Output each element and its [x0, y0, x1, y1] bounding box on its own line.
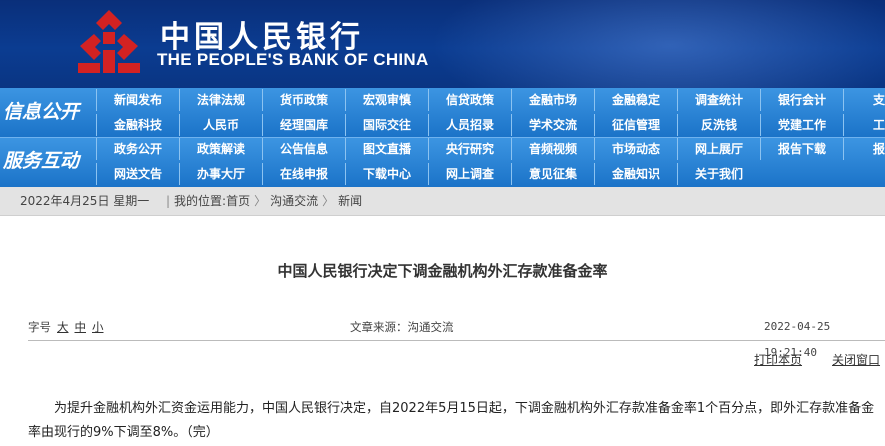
- nav-item-row1-1[interactable]: 法律法规: [179, 89, 262, 111]
- nav-item-row2-9[interactable]: 工会: [843, 114, 885, 136]
- nav-item-row2-1[interactable]: 人民币: [179, 114, 262, 136]
- font-size-selector: 字号大中小: [28, 314, 104, 340]
- breadcrumb-bar: 2022年4月25日 星期一 | 我的位置:首页〉沟通交流〉新闻: [0, 187, 885, 216]
- nav-item-row4-1[interactable]: 办事大厅: [179, 163, 262, 185]
- nav-item-row1-8[interactable]: 银行会计: [760, 89, 843, 111]
- header-glow: [430, 0, 885, 88]
- nav-item-row1-9[interactable]: 支付: [843, 89, 885, 111]
- nav-row-1: 新闻发布法律法规货币政策宏观审慎信贷政策金融市场金融稳定调查统计银行会计支付: [96, 89, 885, 113]
- article-body: 为提升金融机构外汇资金运用能力，中国人民银行决定，自2022年5月15日起，下调…: [28, 401, 875, 440]
- main-nav: 信息公开 服务互动 新闻发布 法律法规 货币政策 宏观审慎 信贷政策 金融市场 金融稳定 调查…: [0, 88, 885, 187]
- breadcrumb-separator: 〉: [322, 194, 335, 208]
- nav-item-row2-6[interactable]: 征信管理: [594, 114, 677, 136]
- nav-row-2: 金融科技人民币经理国库国际交往人员招录学术交流征信管理反洗钱党建工作工会: [96, 114, 885, 138]
- font-size-large[interactable]: 大: [57, 320, 69, 334]
- nav-row-3: 政务公开政策解读公告信息图文直播央行研究音频视频市场动态网上展厅报告下载报刊: [96, 138, 885, 162]
- nav-item-row1-6[interactable]: 金融稳定: [594, 89, 677, 111]
- nav-item-row4-5[interactable]: 意见征集: [511, 163, 594, 185]
- nav-item-row3-9[interactable]: 报刊: [843, 138, 885, 160]
- bank-name-en: THE PEOPLE'S BANK OF CHINA: [157, 50, 429, 69]
- nav-item-row3-6[interactable]: 市场动态: [594, 138, 677, 160]
- nav-item-row2-0[interactable]: 金融科技: [96, 114, 179, 136]
- nav-item-row4-7[interactable]: 关于我们: [677, 163, 760, 185]
- nav-item-row3-7[interactable]: 网上展厅: [677, 138, 760, 160]
- nav-section-service-label: 服务互动: [3, 150, 80, 172]
- article-source: 文章来源：沟通交流: [350, 320, 454, 334]
- nav-item-row3-1[interactable]: 政策解读: [179, 138, 262, 160]
- font-size-small[interactable]: 小: [92, 320, 104, 334]
- breadcrumb-prefix: 我的位置:: [174, 194, 227, 208]
- nav-item-row1-3[interactable]: 宏观审慎: [345, 89, 428, 111]
- nav-item-row3-0[interactable]: 政务公开: [96, 138, 179, 160]
- print-page-link[interactable]: 打印本页: [754, 351, 802, 368]
- nav-item-row2-7[interactable]: 反洗钱: [677, 114, 760, 136]
- font-size-label: 字号: [28, 320, 51, 334]
- nav-item-row4-0[interactable]: 网送文告: [96, 163, 179, 185]
- nav-item-row2-4[interactable]: 人员招录: [428, 114, 511, 136]
- nav-item-row4-3[interactable]: 下载中心: [345, 163, 428, 185]
- nav-row-4: 网送文告 办事大厅 在线申报 下载中心 网上调查 意见征集 金融知识 关于我们: [96, 163, 760, 187]
- font-size-medium[interactable]: 中: [75, 320, 87, 334]
- nav-item-row3-5[interactable]: 音频视频: [511, 138, 594, 160]
- nav-item-row3-3[interactable]: 图文直播: [345, 138, 428, 160]
- current-date: 2022年4月25日 星期一: [20, 194, 150, 208]
- breadcrumb-separator: 〉: [254, 194, 267, 208]
- nav-item-row2-5[interactable]: 学术交流: [511, 114, 594, 136]
- article-meta: 字号大中小 文章来源：沟通交流 2022-04-25 19:21:40: [28, 314, 885, 359]
- nav-item-row1-4[interactable]: 信贷政策: [428, 89, 511, 111]
- article-title: 中国人民银行决定下调金融机构外汇存款准备金率: [277, 262, 608, 280]
- nav-item-row2-2[interactable]: 经理国库: [262, 114, 345, 136]
- breadcrumb-news[interactable]: 新闻: [338, 194, 362, 208]
- nav-item-row1-7[interactable]: 调查统计: [677, 89, 760, 111]
- breadcrumb-separator: |: [166, 194, 171, 208]
- nav-item-row2-8[interactable]: 党建工作: [760, 114, 843, 136]
- nav-item-row4-4[interactable]: 网上调查: [428, 163, 511, 185]
- nav-item-row3-8[interactable]: 报告下载: [760, 138, 843, 160]
- nav-item-row1-5[interactable]: 金融市场: [511, 89, 594, 111]
- close-window-link[interactable]: 关闭窗口: [832, 351, 880, 368]
- pboc-logo-icon[interactable]: [72, 6, 146, 80]
- site-header: 中国人民银行 THE PEOPLE'S BANK OF CHINA: [0, 0, 885, 88]
- nav-item-row1-2[interactable]: 货币政策: [262, 89, 345, 111]
- nav-item-row1-0[interactable]: 新闻发布: [96, 89, 179, 111]
- nav-item-row3-4[interactable]: 央行研究: [428, 138, 511, 160]
- breadcrumb-home[interactable]: 首页: [226, 194, 250, 208]
- nav-section-info-label: 信息公开: [3, 101, 80, 123]
- nav-item-row3-2[interactable]: 公告信息: [262, 138, 345, 160]
- nav-item-row4-6[interactable]: 金融知识: [594, 163, 677, 185]
- nav-item-row4-2[interactable]: 在线申报: [262, 163, 345, 185]
- breadcrumb-communication[interactable]: 沟通交流: [270, 194, 318, 208]
- nav-item-row2-3[interactable]: 国际交往: [345, 114, 428, 136]
- breadcrumb: | 我的位置:首页〉沟通交流〉新闻: [162, 187, 362, 215]
